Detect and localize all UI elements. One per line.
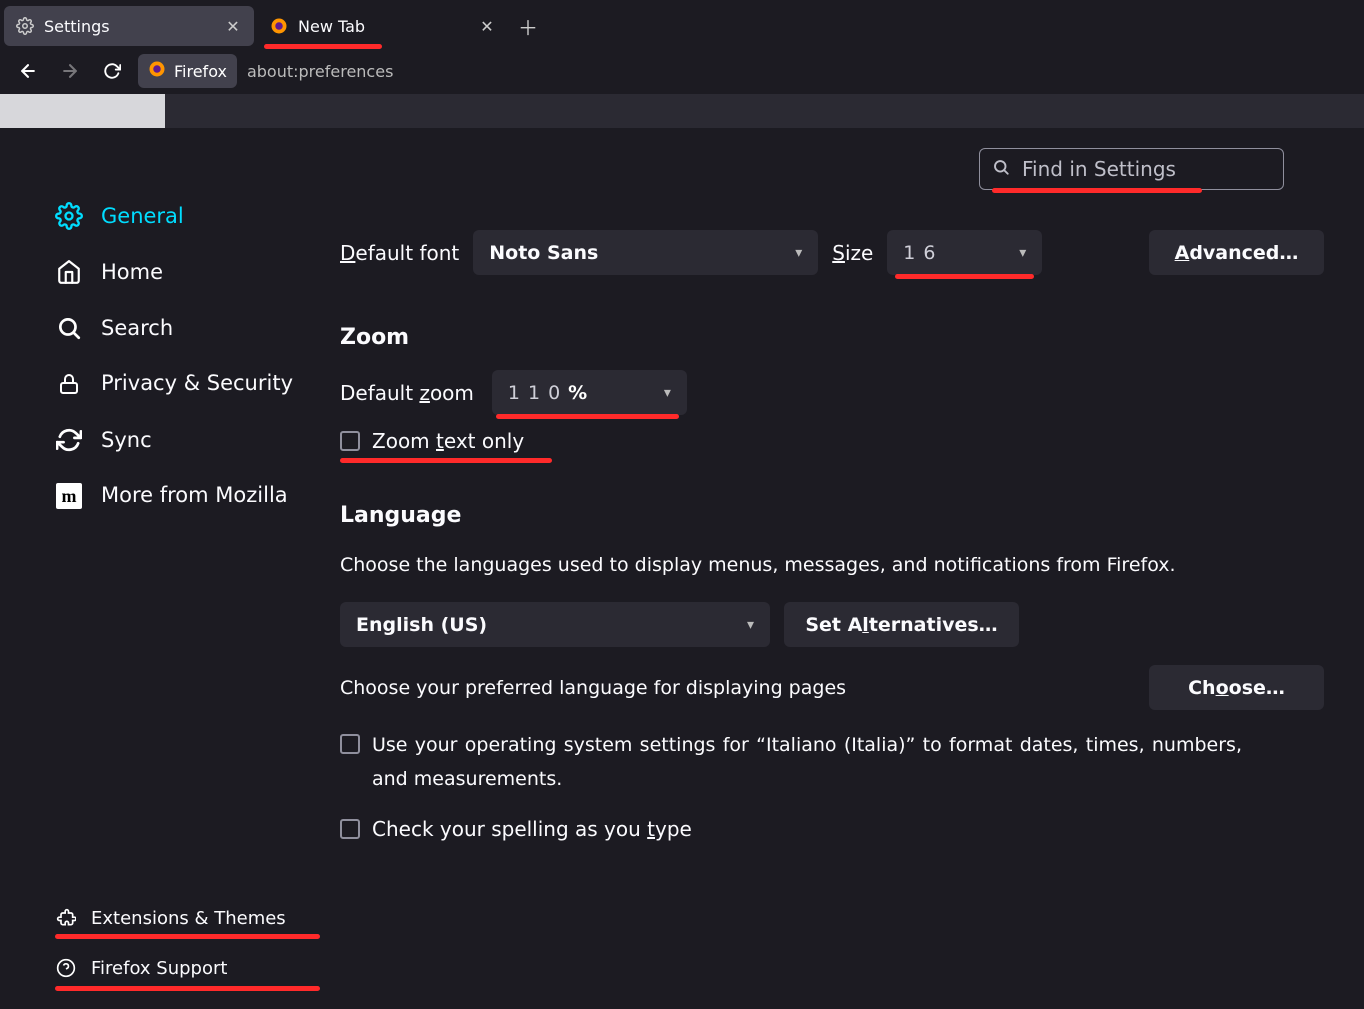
sync-icon — [55, 426, 83, 454]
default-zoom-label: Default zoom — [340, 381, 474, 405]
url-identity-box[interactable]: Firefox — [138, 54, 237, 88]
tab-title: Settings — [44, 17, 214, 36]
sidebar-item-label: Privacy & Security — [101, 370, 293, 397]
tab-title: New Tab — [298, 17, 468, 36]
select-value: 16 — [903, 242, 943, 264]
search-placeholder: Find in Settings — [1022, 157, 1176, 181]
settings-sidebar: General Home Search Privacy & Security — [0, 128, 340, 1009]
link-label: Firefox Support — [91, 958, 227, 979]
sidebar-item-label: General — [101, 204, 184, 228]
language-heading: Language — [340, 503, 1324, 528]
close-icon[interactable]: ✕ — [224, 17, 242, 35]
set-alternatives-button[interactable]: Set Alternatives… — [784, 602, 1019, 647]
default-font-select[interactable]: Noto Sans ▾ — [473, 230, 818, 275]
mozilla-icon: m — [55, 482, 83, 510]
sidebar-item-label: More from Mozilla — [101, 482, 288, 509]
default-zoom-select[interactable]: 110% ▾ — [492, 370, 687, 415]
select-value: English (US) — [356, 614, 487, 636]
sidebar-item-sync[interactable]: Sync — [55, 412, 320, 468]
sidebar-item-more-mozilla[interactable]: m More from Mozilla — [55, 468, 320, 524]
zoom-text-only-checkbox[interactable] — [340, 431, 360, 451]
sidebar-item-privacy[interactable]: Privacy & Security — [55, 356, 320, 412]
close-icon[interactable]: ✕ — [478, 17, 496, 35]
extensions-themes-link[interactable]: Extensions & Themes — [55, 907, 320, 929]
firefox-icon — [270, 17, 288, 35]
sidebar-item-label: Search — [101, 316, 173, 340]
fonts-advanced-button[interactable]: Advanced… — [1149, 230, 1324, 275]
language-description: Choose the languages used to display men… — [340, 548, 1210, 582]
reload-button[interactable] — [96, 55, 128, 87]
gear-icon — [55, 202, 83, 230]
default-font-label: Default font — [340, 241, 459, 265]
chevron-down-icon: ▾ — [795, 245, 802, 261]
home-icon — [55, 258, 83, 286]
chevron-down-icon: ▾ — [1019, 245, 1026, 261]
help-icon — [55, 957, 77, 979]
zoom-heading: Zoom — [340, 325, 1324, 350]
chevron-down-icon: ▾ — [747, 617, 754, 633]
choose-languages-button[interactable]: Choose… — [1149, 665, 1324, 710]
sidebar-item-search[interactable]: Search — [55, 300, 320, 356]
link-label: Extensions & Themes — [91, 908, 286, 929]
search-icon — [992, 157, 1010, 181]
sidebar-item-label: Sync — [101, 428, 152, 452]
os-locale-checkbox[interactable] — [340, 734, 360, 754]
sidebar-item-general[interactable]: General — [55, 188, 320, 244]
forward-button[interactable] — [54, 55, 86, 87]
bookmark-toolbar — [0, 94, 1364, 128]
select-value: Noto Sans — [489, 242, 598, 264]
search-icon — [55, 314, 83, 342]
settings-main-panel: Find in Settings Default font Noto Sans … — [340, 128, 1364, 1009]
font-size-select[interactable]: 16 ▾ — [887, 230, 1042, 275]
zoom-text-only-label: Zoom text only — [372, 429, 524, 453]
gear-icon — [16, 17, 34, 35]
url-text[interactable]: about:preferences — [247, 62, 393, 81]
firefox-icon — [148, 60, 166, 82]
os-locale-label: Use your operating system settings for “… — [372, 728, 1242, 796]
new-tab-button[interactable]: ＋ — [512, 10, 544, 42]
tab-settings[interactable]: Settings ✕ — [4, 6, 254, 46]
select-value: 110% — [508, 382, 587, 404]
lock-icon — [55, 370, 83, 398]
identity-label: Firefox — [174, 62, 227, 81]
puzzle-icon — [55, 907, 77, 929]
font-size-label: Size — [832, 241, 873, 265]
page-language-description: Choose your preferred language for displ… — [340, 671, 1131, 705]
tab-strip: Settings ✕ New Tab ✕ ＋ — [0, 0, 1364, 48]
bookmark-item[interactable] — [0, 94, 165, 128]
ui-language-select[interactable]: English (US) ▾ — [340, 602, 770, 647]
settings-search-input[interactable]: Find in Settings — [979, 148, 1284, 190]
chevron-down-icon: ▾ — [664, 385, 671, 401]
firefox-support-link[interactable]: Firefox Support — [55, 957, 320, 979]
sidebar-item-home[interactable]: Home — [55, 244, 320, 300]
spellcheck-label: Check your spelling as you type — [372, 817, 692, 841]
sidebar-item-label: Home — [101, 260, 163, 284]
nav-toolbar: Firefox about:preferences — [0, 48, 1364, 94]
back-button[interactable] — [12, 55, 44, 87]
spellcheck-checkbox[interactable] — [340, 819, 360, 839]
tab-newtab[interactable]: New Tab ✕ — [258, 6, 508, 46]
